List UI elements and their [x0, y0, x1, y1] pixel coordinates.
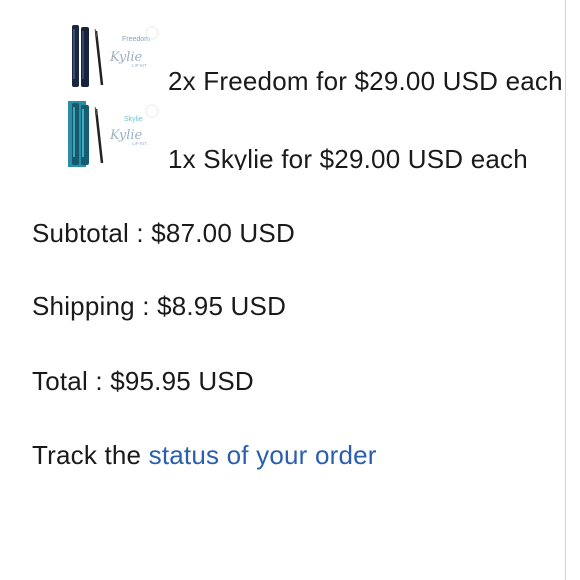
thumb-caption: Freedom — [122, 36, 150, 43]
order-item-skylie: Skylie Kylie LIP KIT 1x Skylie for $29.0… — [66, 100, 566, 170]
lip-kit-image: Freedom Kylie LIP KIT — [68, 23, 160, 89]
svg-text:Skylie: Skylie — [124, 116, 143, 123]
order-status-link[interactable]: status of your order — [149, 440, 377, 470]
track-prefix-text: Track the — [32, 440, 149, 470]
product-thumbnail-freedom: Freedom Kylie LIP KIT — [68, 23, 160, 89]
order-item-description: 1x Skylie for $29.00 USD each — [168, 144, 528, 170]
shipping-line: Shipping : $8.95 USD — [32, 291, 287, 321]
svg-text:LIP KIT: LIP KIT — [132, 63, 147, 68]
order-confirmation: Freedom Kylie LIP KIT 2x Freedom for $29… — [0, 0, 566, 580]
lip-kit-image: Skylie Kylie LIP KIT — [68, 101, 160, 167]
product-thumbnail-skylie: Skylie Kylie LIP KIT — [68, 101, 160, 167]
svg-text:LIP KIT: LIP KIT — [132, 141, 147, 146]
page-right-edge — [565, 0, 580, 580]
subtotal-line: Subtotal : $87.00 USD — [32, 218, 295, 248]
order-item-freedom: Freedom Kylie LIP KIT 2x Freedom for $29… — [66, 22, 566, 92]
track-order-line: Track the status of your order — [32, 440, 377, 470]
order-item-description: 2x Freedom for $29.00 USD each — [168, 66, 563, 92]
total-line: Total : $95.95 USD — [32, 366, 254, 396]
